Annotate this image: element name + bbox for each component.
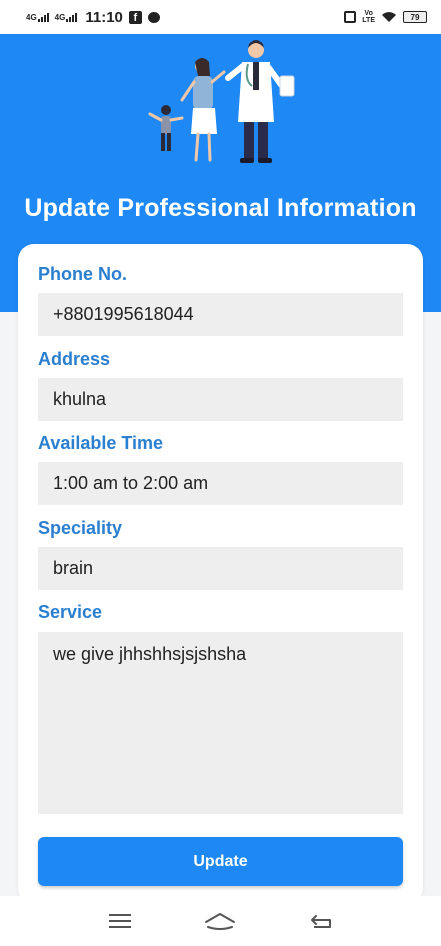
- messenger-icon: [147, 11, 160, 23]
- update-button[interactable]: Update: [38, 837, 403, 886]
- family-doctor-illustration: [148, 40, 295, 163]
- back-icon: [310, 915, 331, 928]
- phone-label: Phone No.: [38, 264, 127, 284]
- status-left: 4G 4G 11:10 f: [26, 9, 160, 26]
- screen: 4G 4G 11:10 f Vo LTE 79 Update Professio…: [0, 0, 441, 946]
- address-label: Address: [38, 349, 111, 369]
- menu-icon: [109, 914, 132, 928]
- facebook-icon: f: [128, 10, 142, 24]
- home-button[interactable]: [200, 906, 240, 936]
- wifi-icon: [382, 12, 396, 22]
- speciality-input[interactable]: [38, 547, 403, 590]
- battery-icon: 79: [403, 11, 427, 23]
- service-textarea[interactable]: [38, 632, 403, 814]
- clock: 11:10: [85, 8, 123, 26]
- signal-icon-1: 4G: [26, 12, 49, 22]
- navigation-bar: [0, 896, 441, 946]
- speciality-label: Speciality: [38, 518, 123, 538]
- home-icon: [205, 913, 236, 930]
- form-card: Phone No. Address Available Time Special…: [18, 244, 423, 904]
- phone-input[interactable]: [38, 293, 403, 336]
- network-type-2: 4G: [54, 12, 66, 22]
- page-title: Update Professional Information: [24, 194, 417, 222]
- vibrate-icon: [344, 11, 357, 23]
- status-right: Vo LTE 79: [344, 10, 427, 24]
- battery-level: 79: [410, 12, 420, 22]
- network-type-1: 4G: [26, 12, 37, 22]
- available-time-label: Available Time: [38, 433, 164, 453]
- status-bar: 4G 4G 11:10 f Vo LTE 79: [0, 0, 441, 34]
- volte-icon: Vo LTE: [362, 10, 375, 24]
- service-label: Service: [38, 602, 103, 622]
- address-input[interactable]: [38, 378, 403, 421]
- back-button[interactable]: [301, 906, 341, 936]
- signal-icon-2: 4G: [54, 12, 78, 22]
- available-time-input[interactable]: [38, 462, 403, 505]
- menu-button[interactable]: [100, 906, 140, 936]
